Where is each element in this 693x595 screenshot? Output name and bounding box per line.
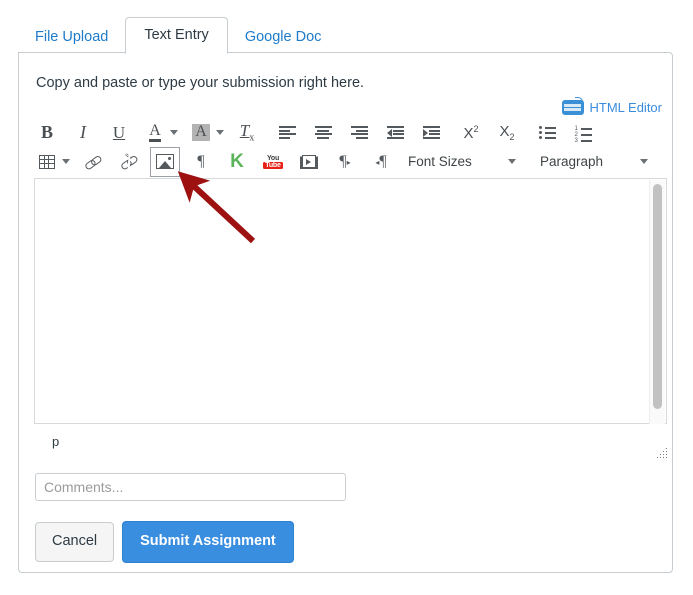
numbered-list-icon: 1 2 3 <box>575 126 592 139</box>
underline-icon: U <box>113 123 125 143</box>
submission-type-tabs: File Upload Text Entry Google Doc <box>18 14 338 53</box>
table-dropdown-caret-icon[interactable] <box>62 159 70 164</box>
indent-icon <box>423 126 440 139</box>
superscript-icon: X2 <box>463 124 478 142</box>
align-center-button[interactable] <box>310 120 336 146</box>
background-color-dropdown-caret-icon[interactable] <box>216 130 224 135</box>
html-editor-toggle[interactable]: HTML Editor <box>562 100 662 115</box>
insert-link-button[interactable] <box>80 149 106 175</box>
instructions-text: Copy and paste or type your submission r… <box>36 75 364 92</box>
background-color-button[interactable]: A <box>188 120 214 146</box>
resize-grip-icon[interactable] <box>656 447 667 458</box>
editor-content-area[interactable] <box>34 178 667 424</box>
insert-table-button[interactable] <box>34 149 60 175</box>
tab-file-upload-label: File Upload <box>35 29 108 45</box>
html-editor-label: HTML Editor <box>590 100 662 115</box>
unlink-button[interactable]: \\ <box>116 149 142 175</box>
italic-button[interactable]: I <box>70 120 96 146</box>
superscript-button[interactable]: X2 <box>458 120 484 146</box>
rtl-button[interactable]: ¶ <box>368 149 394 175</box>
tab-text-entry[interactable]: Text Entry <box>125 17 227 55</box>
text-color-icon: A <box>149 123 161 141</box>
film-icon <box>300 155 318 169</box>
submit-assignment-button[interactable]: Submit Assignment <box>122 521 294 563</box>
text-color-button[interactable]: A <box>142 120 168 146</box>
rich-text-editor: B I U A A Tx <box>34 118 667 424</box>
kaltura-media-button[interactable]: K <box>224 149 250 175</box>
subscript-button[interactable]: X2 <box>494 120 520 146</box>
youtube-button[interactable]: YouTube <box>260 149 286 175</box>
editor-scrollbar[interactable] <box>649 180 665 424</box>
clear-formatting-icon: Tx <box>240 121 254 143</box>
keyboard-icon <box>562 100 584 115</box>
table-icon <box>39 155 55 169</box>
numbered-list-button[interactable]: 1 2 3 <box>570 120 596 146</box>
align-center-icon <box>315 126 332 139</box>
paragraph-caret-icon[interactable] <box>640 159 648 164</box>
editor-scrollbar-thumb[interactable] <box>653 184 662 409</box>
insert-image-button[interactable] <box>152 149 178 175</box>
background-color-icon: A <box>192 124 210 141</box>
bullet-list-button[interactable] <box>534 120 560 146</box>
youtube-icon: YouTube <box>261 152 285 171</box>
tab-google-doc[interactable]: Google Doc <box>228 20 339 55</box>
toolbar-row-1: B I U A A Tx <box>34 118 667 147</box>
paragraph-mark-button[interactable]: ¶ <box>188 149 214 175</box>
element-path: p <box>52 434 59 449</box>
editor-status-bar: p <box>34 431 667 457</box>
bullet-list-icon <box>539 126 556 139</box>
align-left-icon <box>279 126 296 139</box>
kaltura-k-icon: K <box>230 152 244 171</box>
toolbar-row-2: \\ ¶ K YouTube <box>34 147 667 176</box>
outdent-icon <box>387 126 404 139</box>
pilcrow-ltr-icon: ¶ <box>339 153 350 171</box>
pilcrow-rtl-icon: ¶ <box>375 153 386 171</box>
unlink-icon: \\ <box>117 150 141 172</box>
font-sizes-caret-icon[interactable] <box>508 159 516 164</box>
clear-formatting-button[interactable]: Tx <box>234 120 260 146</box>
pilcrow-icon: ¶ <box>197 153 204 171</box>
bold-icon: B <box>41 122 53 143</box>
image-icon <box>156 154 174 169</box>
align-left-button[interactable] <box>274 120 300 146</box>
ltr-button[interactable]: ¶ <box>332 149 358 175</box>
link-icon <box>81 150 105 172</box>
tab-file-upload[interactable]: File Upload <box>18 20 125 55</box>
align-right-button[interactable] <box>346 120 372 146</box>
underline-button[interactable]: U <box>106 120 132 146</box>
page-frame: File Upload Text Entry Google Doc Copy a… <box>0 0 693 595</box>
comments-input[interactable] <box>35 473 346 501</box>
text-color-dropdown-caret-icon[interactable] <box>170 130 178 135</box>
form-actions: Cancel Submit Assignment <box>35 521 294 563</box>
editor-toolbar: B I U A A Tx <box>34 118 667 176</box>
outdent-button[interactable] <box>382 120 408 146</box>
bold-button[interactable]: B <box>34 120 60 146</box>
align-right-icon <box>351 126 368 139</box>
media-button[interactable] <box>296 149 322 175</box>
italic-icon: I <box>80 122 86 143</box>
cancel-button[interactable]: Cancel <box>35 522 114 562</box>
paragraph-select[interactable]: Paragraph <box>540 154 636 169</box>
text-entry-panel: Copy and paste or type your submission r… <box>18 52 673 573</box>
tab-text-entry-label: Text Entry <box>144 27 208 43</box>
font-sizes-select[interactable]: Font Sizes <box>408 154 504 169</box>
tab-google-doc-label: Google Doc <box>245 29 322 45</box>
subscript-icon: X2 <box>499 123 514 142</box>
indent-button[interactable] <box>418 120 444 146</box>
